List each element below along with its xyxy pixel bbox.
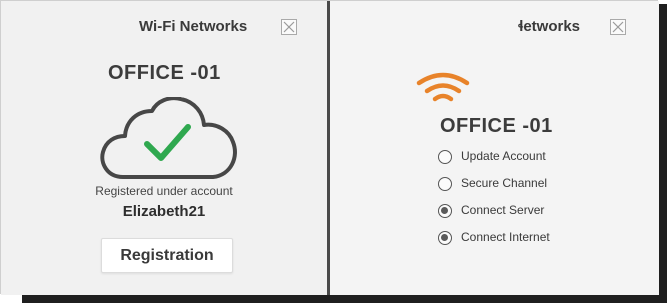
radio-button[interactable] [438,150,452,164]
wifi-registration-panel: Wi-Fi Networks OFFICE -01 Registered und… [1,1,327,295]
panel-title: ɬetworks [518,18,581,35]
option-label: Connect Internet [461,230,550,244]
close-icon[interactable] [610,19,626,35]
wifi-signal-icon [416,72,470,102]
cloud-check-icon [100,97,237,179]
network-name: OFFICE -01 [440,115,553,137]
registration-button[interactable]: Registration [101,238,233,273]
radio-button-selected[interactable] [438,231,452,245]
panel-title: Wi-Fi Networks [139,18,248,35]
network-name: OFFICE -01 [108,62,221,84]
radio-button[interactable] [438,177,452,191]
drop-shadow-bottom [22,294,667,303]
screenshot-stage: Wi-Fi Networks OFFICE -01 Registered und… [0,0,667,303]
radio-button-selected[interactable] [438,204,452,218]
option-label: Connect Server [461,203,545,217]
option-label: Update Account [461,149,546,163]
registered-under-label: Registered under account [95,184,233,198]
drop-shadow-right [658,4,667,302]
wifi-connection-panel: ɬetworks OFFICE -01 [330,1,659,295]
account-name: Elizabeth21 [122,203,206,220]
option-label: Secure Channel [461,176,548,190]
close-icon[interactable] [281,19,297,35]
window-frame: Wi-Fi Networks OFFICE -01 Registered und… [0,0,659,295]
